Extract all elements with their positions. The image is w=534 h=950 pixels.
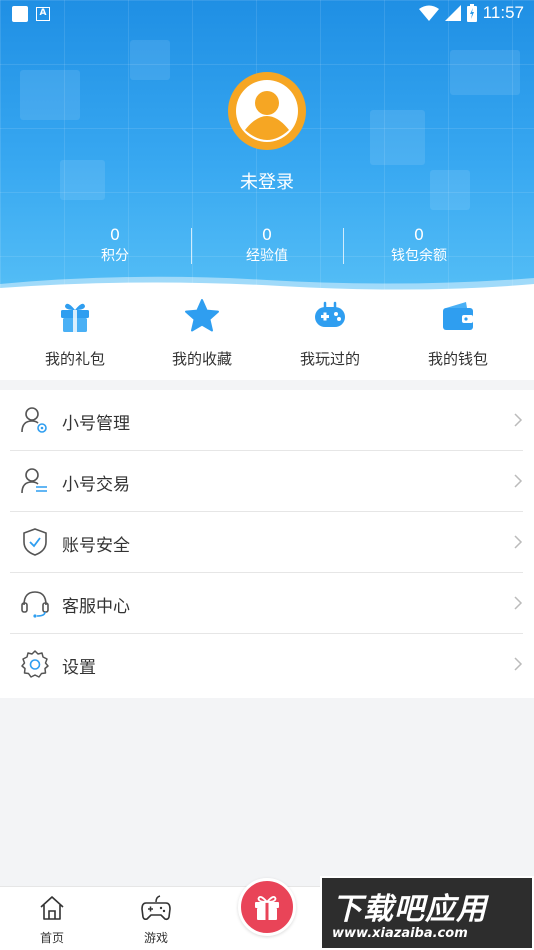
- menu-item-settings[interactable]: 设置: [10, 634, 523, 695]
- nav-gift-button[interactable]: [238, 878, 296, 936]
- notification-square-icon: [12, 6, 28, 22]
- quick-actions-panel: 我的礼包 我的收藏 我玩过的 我的钱包: [0, 292, 534, 380]
- shield-check-icon: [23, 528, 47, 556]
- nav-games[interactable]: 游戏: [126, 893, 186, 946]
- menu-item-sub-account-trade[interactable]: 小号交易: [10, 451, 523, 512]
- menu-item-account-security[interactable]: 账号安全: [10, 512, 523, 573]
- headset-icon: [21, 591, 49, 618]
- star-icon: [185, 299, 219, 332]
- login-status[interactable]: 未登录: [0, 168, 534, 194]
- chevron-right-icon: [514, 657, 523, 671]
- wifi-icon: [418, 5, 439, 21]
- wallet-icon: [443, 302, 473, 330]
- gift-icon: [61, 303, 89, 332]
- user-trade-icon: [21, 468, 47, 494]
- stats-bar: 0 积分 0 经验值 0 钱包余额: [0, 225, 534, 269]
- controller-icon: [141, 895, 171, 921]
- clock: 11:57: [482, 3, 524, 22]
- status-bar: A 11:57: [0, 0, 534, 28]
- chevron-right-icon: [514, 596, 523, 610]
- default-user-icon: [236, 80, 298, 142]
- avatar[interactable]: [228, 72, 306, 150]
- stat-wallet-balance[interactable]: 0 钱包余额: [330, 225, 508, 267]
- nav-home[interactable]: 首页: [22, 893, 82, 946]
- profile-header: A 11:57 未登录 0 积分 0 经验值 0 钱包余额: [0, 0, 534, 300]
- menu-item-customer-service[interactable]: 客服中心: [10, 573, 523, 634]
- user-settings-icon: [21, 407, 47, 433]
- chevron-right-icon: [514, 413, 523, 427]
- my-favorites-button[interactable]: 我的收藏: [135, 298, 269, 369]
- chevron-right-icon: [514, 474, 523, 488]
- chevron-right-icon: [514, 535, 523, 549]
- gear-icon: [21, 650, 49, 678]
- settings-menu: 小号管理 小号交易 账号安全 客服中心 设置: [0, 390, 534, 698]
- played-games-button[interactable]: 我玩过的: [263, 298, 397, 369]
- gamepad-icon: [315, 301, 345, 327]
- menu-item-sub-account-management[interactable]: 小号管理: [10, 390, 523, 451]
- my-gifts-button[interactable]: 我的礼包: [8, 298, 142, 369]
- my-wallet-button[interactable]: 我的钱包: [391, 298, 525, 369]
- notification-a-icon: A: [36, 7, 50, 21]
- battery-icon: [466, 4, 477, 22]
- home-icon: [40, 896, 64, 920]
- site-watermark: 下载吧应用 www.xiazaiba.com: [320, 876, 534, 950]
- gift-icon: [255, 895, 279, 920]
- signal-icon: [444, 5, 461, 21]
